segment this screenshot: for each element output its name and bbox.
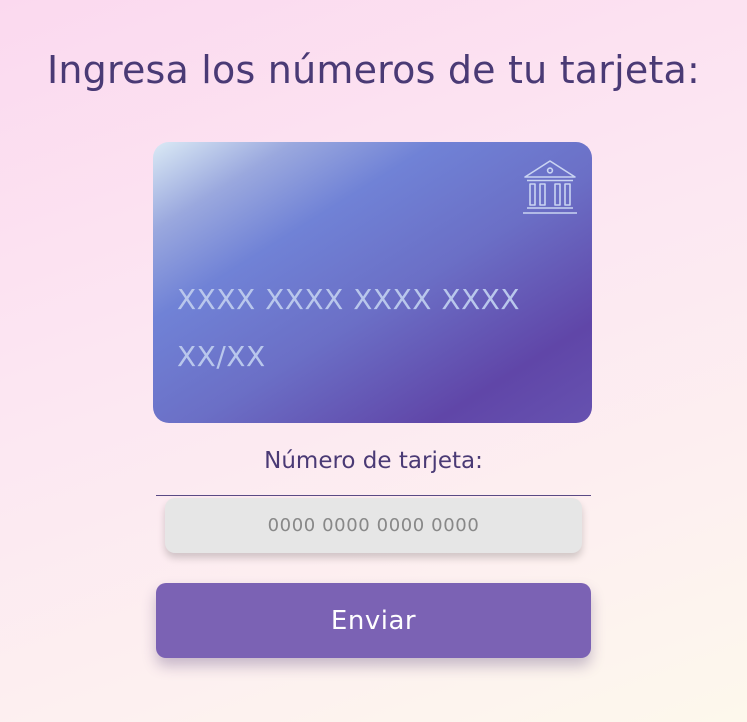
card-number-input[interactable] xyxy=(165,498,582,553)
page-title: Ingresa los números de tu tarjeta: xyxy=(46,48,701,92)
bank-icon xyxy=(523,160,577,214)
card-number-label: Número de tarjeta: xyxy=(264,448,483,474)
credit-card-preview: XXXX XXXX XXXX XXXX XX/XX xyxy=(153,142,592,423)
card-expiry-placeholder: XX/XX xyxy=(177,340,266,373)
label-divider xyxy=(156,495,591,496)
card-number-placeholder: XXXX XXXX XXXX XXXX xyxy=(177,283,521,316)
submit-button[interactable]: Enviar xyxy=(156,583,591,658)
